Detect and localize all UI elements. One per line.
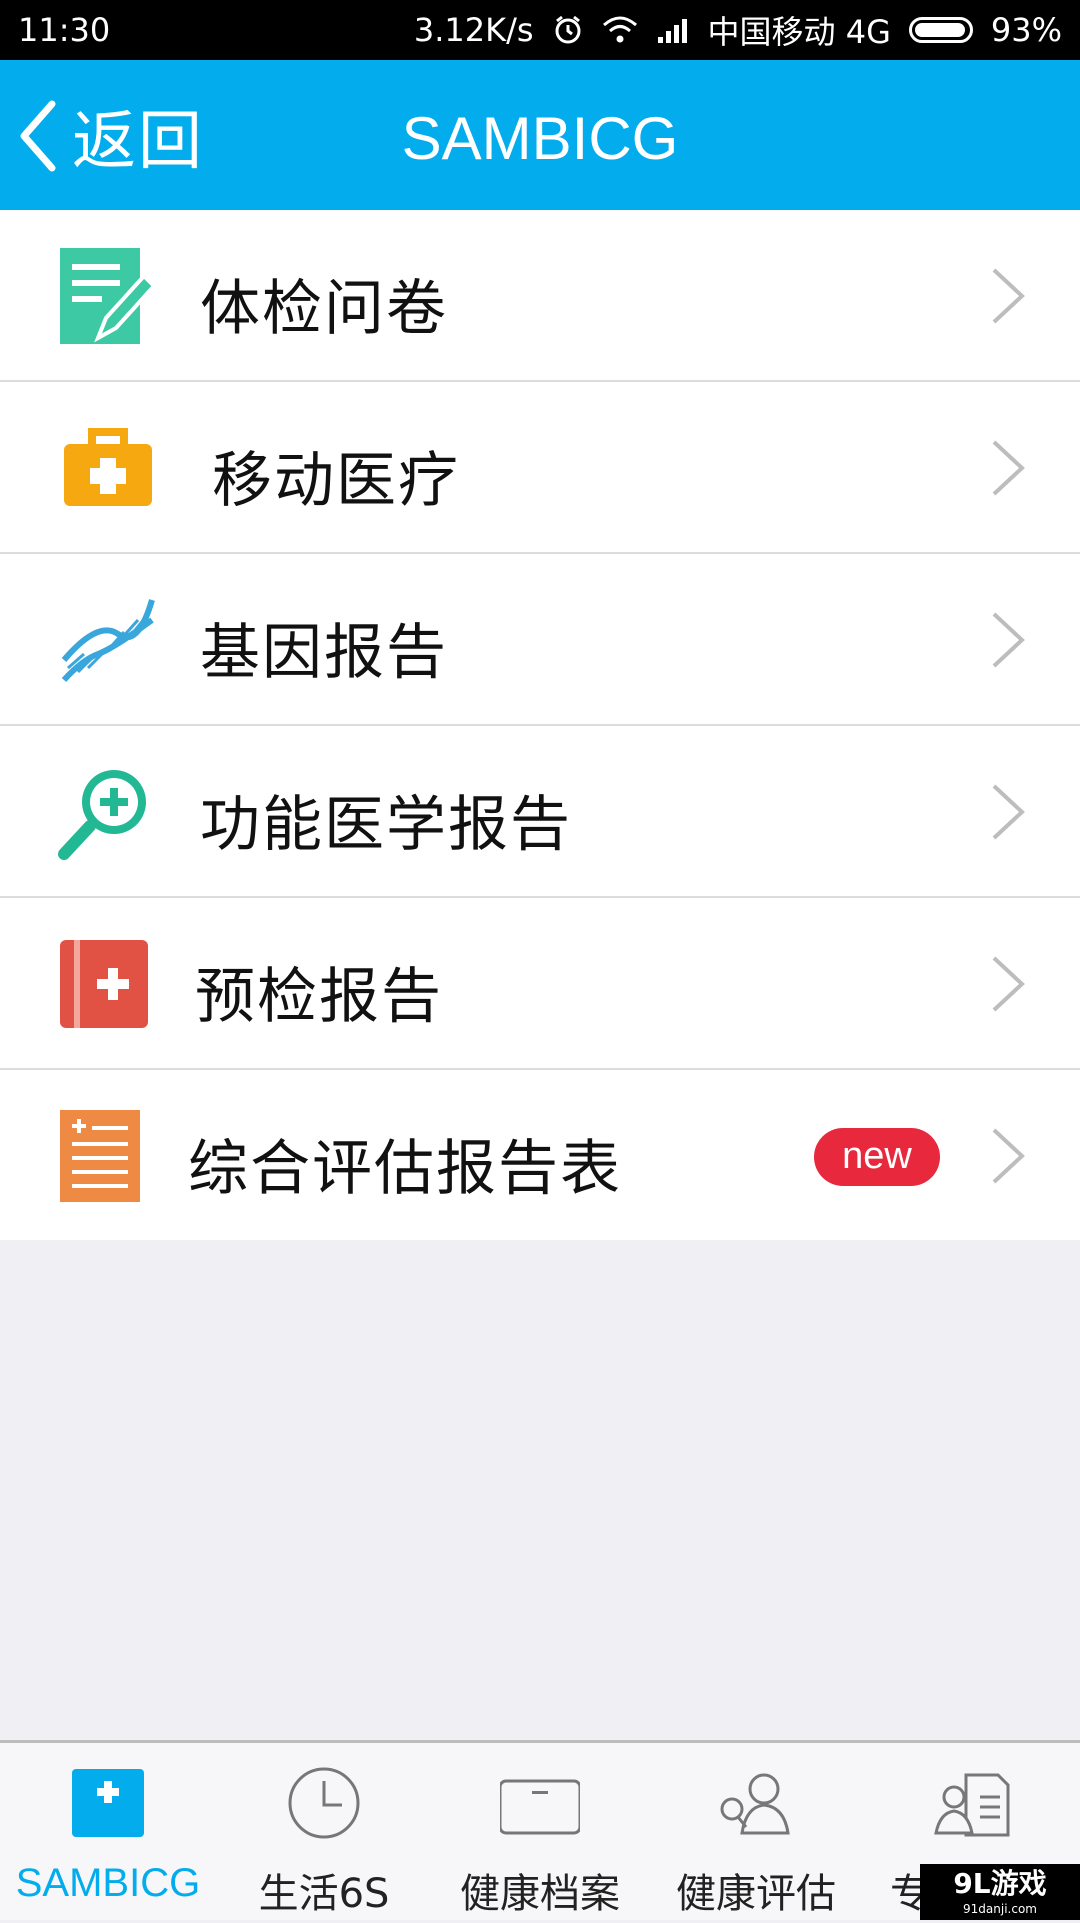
watermark-brand: 9L游戏 xyxy=(953,1867,1047,1900)
chevron-right-icon xyxy=(992,612,1025,668)
status-right: 3.12K/s 中国移动 4G 93% xyxy=(414,7,1062,53)
alarm-icon xyxy=(555,15,581,44)
folder-icon xyxy=(500,1779,580,1835)
questionnaire-icon xyxy=(60,248,157,344)
chevron-right-icon xyxy=(992,1128,1025,1184)
menu-item-comprehensive-report[interactable]: 综合评估报告表 new xyxy=(0,1070,1080,1240)
menu-item-label: 综合评估报告表 xyxy=(188,1134,622,1204)
tab-label: 健康评估 xyxy=(676,1871,836,1917)
chevron-right-icon xyxy=(992,956,1025,1012)
status-time: 11:30 xyxy=(18,11,111,49)
menu-item-questionnaire[interactable]: 体检问卷 xyxy=(0,210,1080,382)
dna-icon xyxy=(61,599,155,683)
battery-level: 93% xyxy=(990,11,1062,49)
chevron-right-icon xyxy=(992,440,1025,496)
tab-sambicg[interactable]: SAMBICG xyxy=(0,1743,216,1923)
status-bar: 11:30 3.12K/s 中国移动 4G 93% xyxy=(0,0,1080,60)
menu-item-label: 体检问卷 xyxy=(200,274,448,344)
menu-item-label: 预检报告 xyxy=(195,962,443,1032)
menu-item-gene-report[interactable]: 基因报告 xyxy=(0,554,1080,726)
medical-cross-icon xyxy=(72,1769,144,1837)
watermark: 9L游戏 91danji.com xyxy=(920,1864,1080,1920)
carrier: 中国移动 4G xyxy=(707,13,891,51)
page-title: SAMBICG xyxy=(401,105,679,172)
tab-label: 生活6S xyxy=(258,1871,390,1917)
net-speed: 3.12K/s xyxy=(413,11,534,49)
tab-life-6s[interactable]: 生活6S xyxy=(216,1743,432,1923)
bottom-tab-bar: SAMBICG 生活6S 健康档案 健康评估 专 xyxy=(0,1740,1080,1920)
menu-list: 体检问卷 移动医疗 基因报告 功能医学报告 预检报告 综合评估报告表 new xyxy=(0,210,1080,1240)
medical-kit-icon xyxy=(64,428,152,506)
tab-health-records[interactable]: 健康档案 xyxy=(432,1743,648,1923)
chevron-right-icon xyxy=(992,268,1025,324)
menu-item-functional-report[interactable]: 功能医学报告 xyxy=(0,726,1080,898)
new-badge: new xyxy=(814,1128,940,1186)
tab-label: 健康档案 xyxy=(460,1871,620,1917)
battery-icon xyxy=(908,17,973,43)
nav-header: 返回 SAMBICG xyxy=(0,60,1080,210)
magnifier-plus-icon xyxy=(58,770,146,860)
medical-book-icon xyxy=(60,940,148,1028)
clock-icon xyxy=(288,1767,360,1839)
watermark-url: 91danji.com xyxy=(963,1902,1037,1916)
menu-item-mobile-medical[interactable]: 移动医疗 xyxy=(0,382,1080,554)
signal-icon xyxy=(657,19,687,43)
menu-item-label: 基因报告 xyxy=(200,618,448,688)
wifi-icon xyxy=(602,16,637,43)
tab-health-assessment[interactable]: 健康评估 xyxy=(648,1743,864,1923)
tab-label: SAMBICG xyxy=(15,1861,201,1905)
user-document-icon xyxy=(934,1773,1010,1837)
chevron-right-icon xyxy=(992,784,1025,840)
menu-item-label: 功能医学报告 xyxy=(200,790,572,860)
menu-item-label: 移动医疗 xyxy=(212,446,460,516)
user-search-icon xyxy=(720,1773,790,1835)
report-sheet-icon xyxy=(60,1110,140,1202)
menu-item-precheck-report[interactable]: 预检报告 xyxy=(0,898,1080,1070)
